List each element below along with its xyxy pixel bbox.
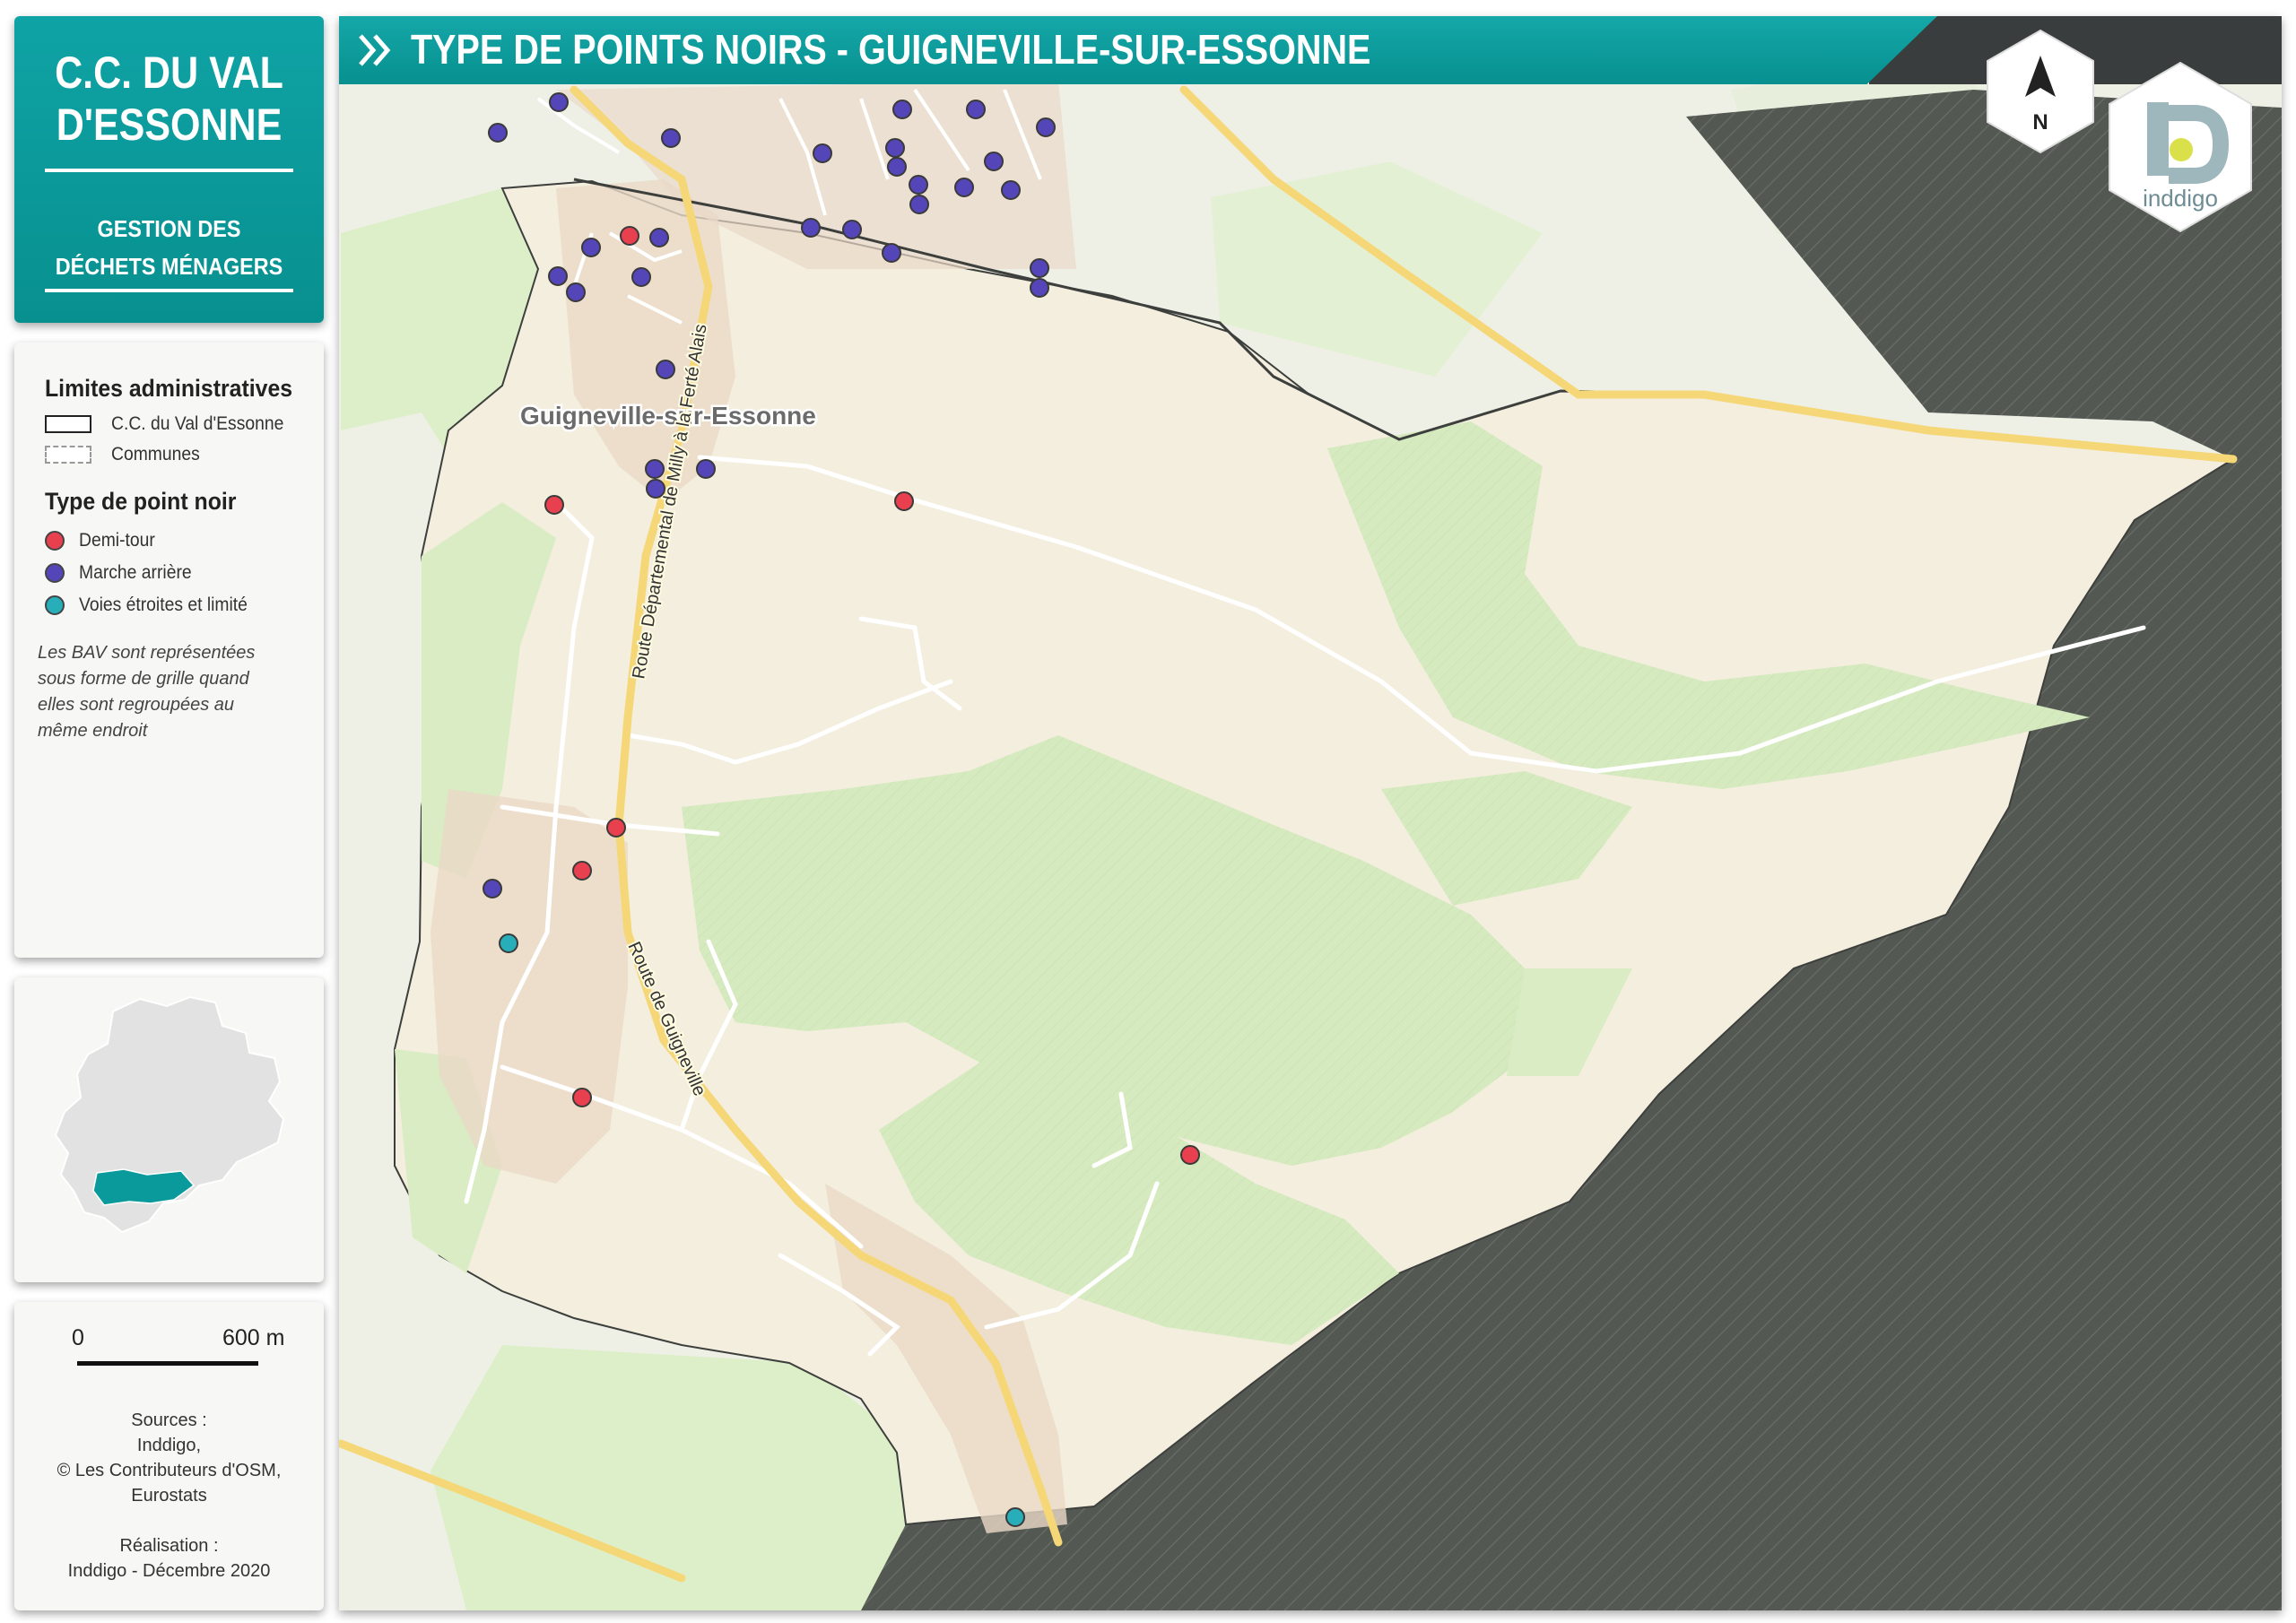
service-name: GESTION DES DÉCHETS MÉNAGERS (30, 210, 309, 285)
marche-arriere-marker[interactable] (548, 266, 568, 286)
marche-arriere-marker[interactable] (581, 238, 601, 257)
legend-item-demi-tour: Demi-tour (32, 527, 161, 554)
locator-map-panel (14, 977, 324, 1282)
title-card: C.C. DU VAL D'ESSONNE GESTION DES DÉCHET… (14, 16, 324, 323)
marche-arriere-marker[interactable] (649, 228, 669, 247)
marche-arriere-marker[interactable] (1030, 258, 1049, 278)
demi-tour-marker[interactable] (606, 818, 626, 838)
double-chevron-icon (359, 34, 391, 66)
marche-arriere-marker[interactable] (813, 143, 832, 163)
marche-arriere-marker[interactable] (1030, 278, 1049, 298)
org-name: C.C. DU VAL D'ESSONNE (36, 47, 302, 151)
sources-line: © Les Contributeurs d'OSM, (57, 1461, 282, 1480)
marche-arriere-marker[interactable] (549, 92, 569, 112)
title-divider-bottom (45, 289, 293, 292)
legend-item-label: Marche arrière (79, 562, 192, 583)
sources-text: Sources : Inddigo, © Les Contributeurs d… (14, 1408, 324, 1584)
service-name-line2: DÉCHETS MÉNAGERS (55, 253, 283, 280)
demi-tour-marker[interactable] (544, 495, 564, 515)
legend-item-communes: Communes (45, 441, 207, 468)
marche-arriere-marker[interactable] (646, 479, 665, 499)
commune-label: Guigneville-sur-Essonne (520, 402, 816, 430)
marche-arriere-marker[interactable] (483, 879, 502, 898)
scale-end-label: 600 m (222, 1325, 285, 1350)
marche-arriere-marker[interactable] (954, 178, 974, 197)
marche-arriere-marker[interactable] (801, 218, 821, 238)
marche-arriere-marker[interactable] (892, 100, 912, 119)
voie-etroite-marker[interactable] (1005, 1507, 1025, 1527)
map-view[interactable]: Guigneville-sur-Essonne Route Départemen… (339, 16, 2282, 1610)
legend-type-heading: Type de point noir (45, 488, 237, 515)
locator-map (54, 995, 285, 1234)
legend-admin-heading: Limites administratives (45, 375, 293, 402)
marche-arriere-marker[interactable] (645, 459, 665, 479)
demi-tour-marker[interactable] (1180, 1145, 1200, 1165)
demi-tour-marker[interactable] (620, 226, 639, 246)
marche-arriere-marker[interactable] (885, 138, 905, 158)
marche-arriere-marker[interactable] (656, 360, 675, 379)
demi-tour-marker[interactable] (572, 1088, 592, 1107)
demi-tour-marker[interactable] (894, 491, 914, 511)
legend-solid-border-symbol (45, 415, 91, 433)
legend-item-voies-etroites: Voies étroites et limité (32, 592, 262, 619)
legend-item-label: C.C. du Val d'Essonne (111, 413, 284, 434)
inddigo-logo-badge: inddigo (2109, 61, 2252, 233)
brand-name: inddigo (2143, 185, 2218, 212)
marche-arriere-marker[interactable] (842, 220, 862, 239)
legend-dashed-border-symbol (45, 446, 91, 464)
sources-line: Inddigo, (136, 1436, 202, 1455)
marche-arriere-marker[interactable] (966, 100, 986, 119)
legend-item-marche-arriere: Marche arrière (32, 560, 202, 586)
teal-dot-icon (45, 595, 65, 615)
legend-item-label: Voies étroites et limité (79, 595, 248, 615)
sources-label: Sources : (131, 1410, 207, 1430)
org-name-line1: C.C. DU VAL (55, 48, 283, 98)
north-label: N (2032, 110, 2048, 135)
org-name-line2: D'ESSONNE (56, 100, 283, 150)
marche-arriere-marker[interactable] (909, 195, 929, 214)
marche-arriere-marker[interactable] (1036, 117, 1056, 137)
title-divider-top (45, 169, 293, 172)
scale-start-label: 0 (72, 1325, 84, 1350)
scale-sources-panel: 0 600 m Sources : Inddigo, © Les Contrib… (14, 1302, 324, 1610)
scale-bar (77, 1361, 258, 1366)
north-arrow-badge: N (1987, 29, 2094, 154)
marche-arriere-marker[interactable] (887, 157, 907, 177)
marche-arriere-marker[interactable] (696, 459, 716, 479)
legend-note: Les BAV sont représentées sous forme de … (38, 643, 256, 741)
logo-bar (2147, 102, 2169, 176)
marche-arriere-marker[interactable] (488, 123, 508, 143)
voie-etroite-marker[interactable] (499, 933, 518, 953)
marche-arriere-marker[interactable] (984, 152, 1004, 171)
marche-arriere-marker[interactable] (566, 282, 586, 302)
marche-arriere-marker[interactable] (882, 243, 901, 263)
marche-arriere-marker[interactable] (909, 175, 928, 195)
map-title: TYPE DE POINTS NOIRS - GUIGNEVILLE-SUR-E… (411, 26, 1371, 73)
credit-text: Inddigo - Décembre 2020 (67, 1561, 271, 1581)
marche-arriere-marker[interactable] (631, 267, 651, 287)
legend-item-label: Communes (111, 444, 200, 464)
marche-arriere-marker[interactable] (661, 128, 681, 148)
logo-dot-icon (2170, 138, 2193, 161)
marche-arriere-marker[interactable] (1001, 180, 1021, 200)
map-canvas[interactable]: Guigneville-sur-Essonne Route Départemen… (339, 16, 2282, 1610)
service-name-line1: GESTION DES (97, 215, 241, 242)
legend-item-cc: C.C. du Val d'Essonne (45, 411, 299, 438)
legend-panel: Limites administratives C.C. du Val d'Es… (14, 343, 324, 958)
legend-item-label: Demi-tour (79, 530, 155, 551)
demi-tour-marker[interactable] (572, 861, 592, 881)
sources-line: Eurostats (131, 1486, 207, 1506)
red-dot-icon (45, 531, 65, 551)
purple-dot-icon (45, 563, 65, 583)
credit-label: Réalisation : (119, 1536, 219, 1556)
